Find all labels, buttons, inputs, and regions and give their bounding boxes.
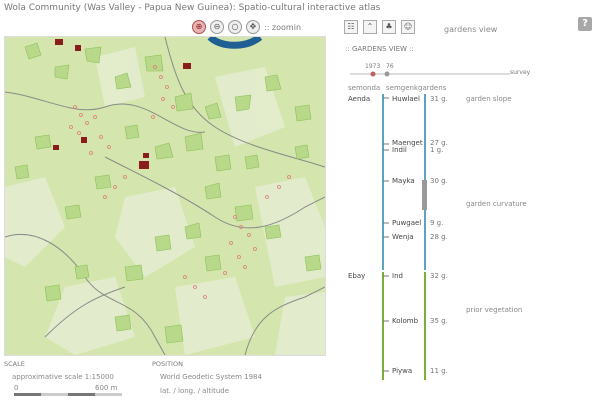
row-mayka[interactable]: Mayka [392, 177, 415, 185]
scale-end: 600 m [95, 384, 118, 392]
col-semonda: semonda [348, 84, 381, 92]
count-puwgael: 9 g. [430, 219, 444, 227]
people-view-icon[interactable]: ☺ [401, 20, 415, 34]
reset-icon[interactable]: ○ [228, 20, 242, 34]
map-svg[interactable] [5, 37, 325, 355]
current-view-label: gardens view [444, 25, 498, 34]
category-prior-vegetation[interactable]: prior vegetation [466, 306, 522, 314]
row-wenja[interactable]: Wenja [392, 233, 414, 241]
timeline-end-handle[interactable] [384, 71, 390, 77]
count-kolomb: 35 g. [430, 317, 448, 325]
position-heading: POSITION [152, 360, 183, 368]
count-ind: 32 g. [430, 272, 448, 280]
scale-bar [14, 393, 122, 396]
gardens-view-icon[interactable]: ♣ [382, 20, 396, 34]
position-system: World Geodetic System 1984 [160, 373, 262, 381]
map-toolbar: ⊕ ⊖ ○ ✥ :: zoomin [192, 20, 301, 34]
pan-icon[interactable]: ✥ [246, 20, 260, 34]
map-canvas[interactable] [4, 36, 326, 356]
help-button[interactable]: ? [578, 17, 592, 31]
count-mayka: 30 g. [430, 177, 448, 185]
col-semgenk: semgenk [386, 84, 419, 92]
scale-zero: 0 [14, 384, 19, 392]
position-fields: lat. / long. / altitude [160, 387, 230, 395]
zoomout-icon[interactable]: ⊖ [210, 20, 224, 34]
terrain-view-icon[interactable]: ⌃ [363, 20, 377, 34]
community-ebay[interactable]: Ebay [348, 272, 365, 280]
row-ind[interactable]: Ind [392, 272, 403, 280]
gardens-view-header: :: GARDENS VIEW :: [345, 45, 414, 53]
app-title: Wola Community (Was Valley - Papua New G… [4, 3, 381, 13]
timeline-start-handle[interactable] [370, 71, 376, 77]
community-aenda[interactable]: Aenda [348, 95, 370, 103]
category-garden-curvature[interactable]: garden curvature [466, 200, 527, 208]
row-kolomb[interactable]: Kolomb [392, 317, 418, 325]
zoom-mode-label: :: zoomin [264, 22, 302, 32]
count-indil: 1 g. [430, 146, 444, 154]
list-view-icon[interactable]: ☷ [344, 20, 358, 34]
timeline-start-label: 1973 [365, 63, 381, 70]
row-puwgael[interactable]: Puwgael [392, 219, 421, 227]
row-indil[interactable]: Indil [392, 146, 407, 154]
count-piywa: 11 g. [430, 367, 448, 375]
view-switcher: ☷ ⌃ ♣ ☺ [344, 20, 415, 34]
row-huwlael[interactable]: Huwlael [392, 95, 420, 103]
scale-text: approximative scale 1:15000 [12, 373, 114, 381]
count-wenja: 28 g. [430, 233, 448, 241]
category-garden-slope[interactable]: garden slope [466, 95, 512, 103]
zoomin-icon[interactable]: ⊕ [192, 20, 206, 34]
scale-heading: SCALE [4, 360, 25, 368]
count-huwlael: 31 g. [430, 95, 448, 103]
timeline-survey-label: survey [510, 69, 531, 76]
timeline-end-label: 76 [386, 63, 394, 70]
col-gardens: gardens [418, 84, 447, 92]
row-piywa[interactable]: Piywa [392, 367, 412, 375]
